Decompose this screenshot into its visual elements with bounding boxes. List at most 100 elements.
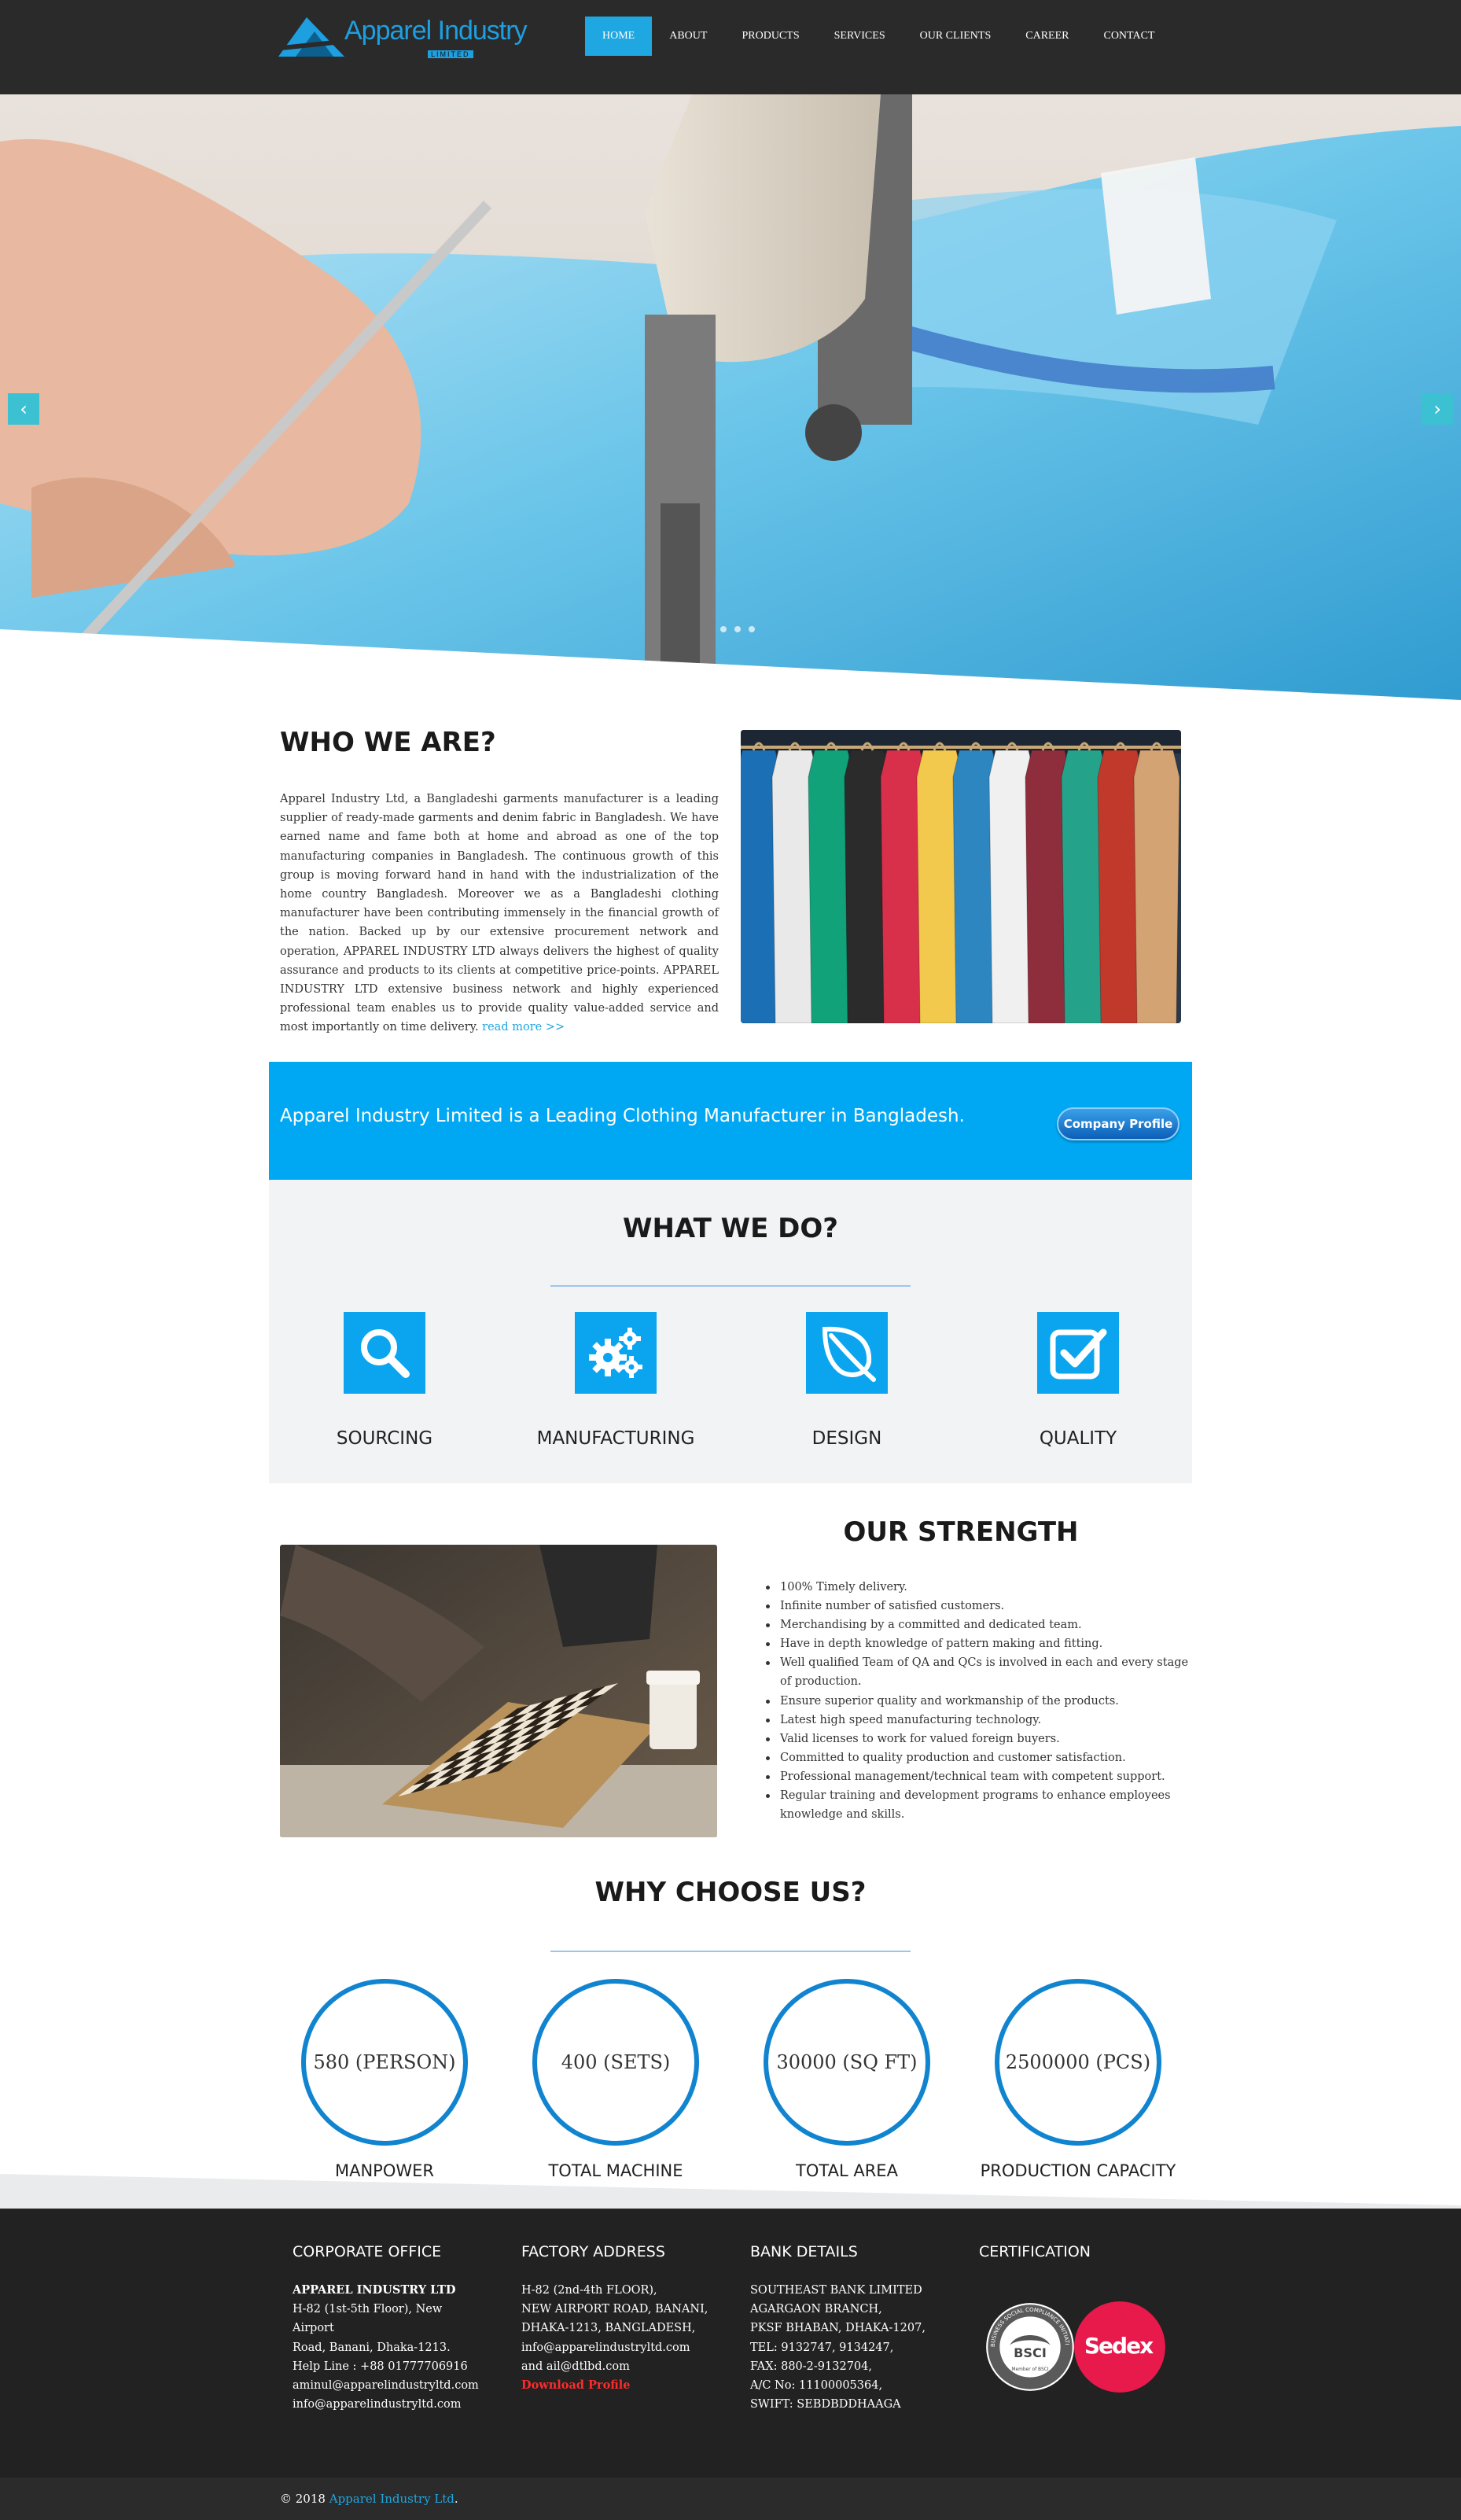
company-profile-button[interactable]: Company Profile	[1057, 1107, 1179, 1140]
strength-item: Regular training and development program…	[766, 1786, 1189, 1824]
stat-value-manpower: 580 (PERSON)	[301, 1979, 468, 2146]
hero-pagination	[720, 626, 755, 632]
strength-item: Have in depth knowledge of pattern makin…	[766, 1634, 1189, 1653]
strength-item: Well qualified Team of QA and QCs is inv…	[766, 1653, 1189, 1691]
footer-corporate-line: APPAREL INDUSTRY LTD	[293, 2283, 456, 2297]
footer-bank-details: BANK DETAILS SOUTHEAST BANK LIMITED AGAR…	[750, 2243, 970, 2414]
service-label-sourcing: SOURCING	[336, 1428, 433, 1449]
hero-prev-arrow[interactable]: ‹	[8, 393, 39, 425]
stat-total-area: 30000 (SQ FT) TOTAL AREA	[731, 1979, 962, 2180]
gears-icon	[575, 1312, 657, 1394]
footer-bank-title: BANK DETAILS	[750, 2243, 858, 2260]
copyright-bar: © 2018 Apparel Industry Ltd.	[0, 2478, 1461, 2520]
nav-about[interactable]: ABOUT	[652, 16, 724, 57]
strength-list: 100% Timely delivery. Infinite number of…	[766, 1578, 1189, 1824]
service-label-manufacturing: MANUFACTURING	[536, 1428, 695, 1449]
stat-manpower: 580 (PERSON) MANPOWER	[269, 1979, 500, 2180]
nav-products[interactable]: PRODUCTS	[724, 16, 816, 57]
service-design[interactable]: DESIGN	[731, 1312, 962, 1449]
logo-text: Apparel Industry	[344, 16, 528, 46]
footer-bank-line: PKSF BHABAN, DHAKA-1207,	[750, 2322, 926, 2335]
strength-item: Committed to quality production and cust…	[766, 1748, 1189, 1767]
bsci-logo-icon: BUSINESS SOCIAL COMPLIANCE INITIATIVE BS…	[984, 2301, 1074, 2391]
main-nav: HOME ABOUT PRODUCTS SERVICES OUR CLIENTS…	[585, 16, 1172, 57]
clothes-rack-image	[741, 730, 1181, 1023]
footer-bank-line: SWIFT: SEBDBDDHAAGA	[750, 2398, 901, 2411]
footer-bank-line: TEL: 9132747, 9134247,	[750, 2341, 894, 2354]
nav-our-clients[interactable]: OUR CLIENTS	[903, 16, 1009, 57]
footer-corporate-phone[interactable]: Help Line : +88 01777706916	[293, 2357, 513, 2376]
strength-item: 100% Timely delivery.	[766, 1578, 1189, 1597]
stat-value-total-machine: 400 (SETS)	[532, 1979, 699, 2146]
hero-dot-3[interactable]	[749, 626, 755, 632]
stat-value-production-capacity: 2500000 (PCS)	[995, 1979, 1161, 2146]
footer-corporate-line: H-82 (1st-5th Floor), New	[293, 2303, 443, 2316]
search-icon	[344, 1312, 425, 1394]
hero-dot-2[interactable]	[734, 626, 741, 632]
service-quality[interactable]: QUALITY	[962, 1312, 1194, 1449]
service-label-quality: QUALITY	[1039, 1428, 1117, 1449]
nav-services[interactable]: SERVICES	[817, 16, 903, 57]
footer-factory-title: FACTORY ADDRESS	[521, 2243, 665, 2260]
bsci-text: BSCI	[1014, 2345, 1047, 2360]
stat-production-capacity: 2500000 (PCS) PRODUCTION CAPACITY	[962, 1979, 1194, 2180]
footer-bank-line: A/C No: 11100005364,	[750, 2379, 883, 2393]
footer-corporate-line: Road, Banani, Dhaka-1213.	[293, 2341, 451, 2354]
read-more-link[interactable]: read more >>	[482, 1021, 565, 1033]
service-label-design: DESIGN	[811, 1428, 882, 1449]
banner-text: Apparel Industry Limited is a Leading Cl…	[280, 1106, 965, 1126]
who-we-are-title: WHO WE ARE?	[280, 727, 496, 758]
footer-corporate-email[interactable]: aminul@apparelindustryltd.com	[293, 2376, 513, 2395]
service-sourcing[interactable]: SOURCING	[269, 1312, 500, 1449]
stat-total-machine: 400 (SETS) TOTAL MACHINE	[500, 1979, 731, 2180]
copyright-company-link[interactable]: Apparel Industry Ltd	[329, 2492, 454, 2506]
footer-corporate-line: Airport	[293, 2322, 334, 2335]
footer-factory-address: FACTORY ADDRESS H-82 (2nd-4th FLOOR), NE…	[521, 2243, 742, 2395]
hero-slider: ‹ ›	[0, 94, 1461, 708]
sedex-text: Sedex	[1084, 2333, 1154, 2359]
hero-dot-1[interactable]	[720, 626, 727, 632]
who-we-are-text: Apparel Industry Ltd, a Bangladeshi garm…	[280, 790, 719, 1037]
footer-corporate-title: CORPORATE OFFICE	[293, 2243, 442, 2260]
nav-home[interactable]: HOME	[585, 17, 653, 56]
why-choose-us-divider	[550, 1951, 911, 1952]
copyright-prefix: © 2018	[280, 2492, 326, 2506]
footer-factory-line: DHAKA-1213, BANGLADESH,	[521, 2322, 696, 2335]
chess-board-image	[280, 1545, 717, 1837]
footer-bank-line: FAX: 880-2-9132704,	[750, 2360, 872, 2373]
download-profile-link[interactable]: Download Profile	[521, 2376, 742, 2395]
sedex-logo-icon: Sedex	[1074, 2301, 1165, 2393]
who-we-are-body: Apparel Industry Ltd, a Bangladeshi garm…	[280, 793, 719, 1034]
footer-corporate-email[interactable]: info@apparelindustryltd.com	[293, 2395, 513, 2414]
site-header: Apparel Industry LIMITED HOME ABOUT PROD…	[0, 0, 1461, 94]
promo-banner: Apparel Industry Limited is a Leading Cl…	[269, 1062, 1192, 1180]
footer-bank-line: AGARGAON BRANCH,	[750, 2303, 882, 2316]
footer-corporate-office: CORPORATE OFFICE APPAREL INDUSTRY LTD H-…	[293, 2243, 513, 2414]
footer-certification: CERTIFICATION	[979, 2243, 1199, 2281]
nav-career[interactable]: CAREER	[1008, 16, 1086, 57]
footer-factory-email[interactable]: and ail@dtlbd.com	[521, 2357, 742, 2376]
strength-item: Professional management/technical team w…	[766, 1767, 1189, 1786]
nav-contact[interactable]: CONTACT	[1086, 16, 1172, 57]
copyright-text: © 2018 Apparel Industry Ltd.	[280, 2492, 458, 2506]
what-we-do-section: WHAT WE DO? SOURCING MANUFACTURING DESIG…	[269, 1180, 1192, 1483]
footer-factory-line: H-82 (2nd-4th FLOOR),	[521, 2284, 657, 2297]
site-logo[interactable]: Apparel Industry LIMITED	[278, 14, 528, 64]
copyright-suffix: .	[454, 2492, 458, 2506]
what-we-do-title: WHAT WE DO?	[622, 1213, 839, 1244]
footer-factory-email[interactable]: info@apparelindustryltd.com	[521, 2338, 742, 2357]
strength-item: Valid licenses to work for valued foreig…	[766, 1730, 1189, 1748]
footer-factory-line: NEW AIRPORT ROAD, BANANI,	[521, 2303, 708, 2316]
why-choose-us-title: WHY CHOOSE US?	[594, 1877, 867, 1908]
service-manufacturing[interactable]: MANUFACTURING	[500, 1312, 731, 1449]
logo-mark-icon	[278, 17, 344, 57]
bsci-member-text: Member of BSCI	[1011, 2367, 1048, 2372]
stat-value-total-area: 30000 (SQ FT)	[764, 1979, 930, 2146]
strength-item: Ensure superior quality and workmanship …	[766, 1692, 1189, 1711]
hero-next-arrow[interactable]: ›	[1422, 393, 1453, 425]
logo-subtext: LIMITED	[428, 50, 473, 58]
what-we-do-divider	[550, 1285, 911, 1287]
footer-bank-line: SOUTHEAST BANK LIMITED	[750, 2284, 922, 2297]
our-strength-title: OUR STRENGTH	[843, 1516, 1079, 1548]
strength-item: Latest high speed manufacturing technolo…	[766, 1711, 1189, 1730]
